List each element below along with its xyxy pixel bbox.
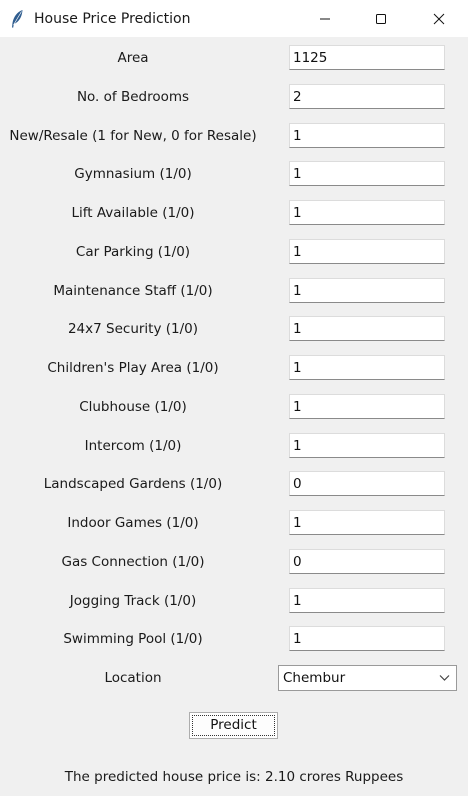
gas-connection-input[interactable] — [289, 549, 445, 574]
field-label-new-resale: New/Resale (1 for New, 0 for Resale) — [9, 128, 257, 144]
form-row-location: Location Chembur — [0, 665, 468, 691]
chevron-down-icon[interactable] — [439, 674, 450, 682]
play-area-input[interactable] — [289, 355, 445, 380]
field-label-location: Location — [104, 670, 162, 686]
form-row-indoor-games: Indoor Games (1/0) — [0, 510, 468, 536]
form-row-car-parking: Car Parking (1/0) — [0, 239, 468, 265]
intercom-input[interactable] — [289, 433, 445, 458]
minimize-button[interactable] — [302, 0, 348, 37]
form-row-gas-connection: Gas Connection (1/0) — [0, 549, 468, 575]
form-row-play-area: Children's Play Area (1/0) — [0, 355, 468, 381]
minimize-icon — [320, 18, 330, 19]
jogging-track-input[interactable] — [289, 588, 445, 613]
maximize-button[interactable] — [358, 0, 404, 37]
form-row-landscaped-gardens: Landscaped Gardens (1/0) — [0, 471, 468, 497]
form-row-gymnasium: Gymnasium (1/0) — [0, 161, 468, 187]
form-row-area: Area — [0, 45, 468, 71]
security-input[interactable] — [289, 316, 445, 341]
maximize-icon — [376, 13, 386, 24]
field-label-jogging-track: Jogging Track (1/0) — [69, 593, 197, 609]
car-parking-input[interactable] — [289, 239, 445, 264]
form-row-clubhouse: Clubhouse (1/0) — [0, 394, 468, 420]
new-resale-input[interactable] — [289, 123, 445, 148]
clubhouse-input[interactable] — [289, 394, 445, 419]
predict-button[interactable]: Predict — [189, 712, 278, 739]
swimming-pool-input[interactable] — [289, 626, 445, 651]
field-label-clubhouse: Clubhouse (1/0) — [79, 399, 187, 415]
bedrooms-input[interactable] — [289, 84, 445, 109]
feather-icon — [12, 10, 23, 28]
field-label-lift: Lift Available (1/0) — [71, 205, 195, 221]
landscaped-gardens-input[interactable] — [289, 471, 445, 496]
field-label-gymnasium: Gymnasium (1/0) — [74, 166, 192, 182]
indoor-games-input[interactable] — [289, 510, 445, 535]
prediction-result: The predicted house price is: 2.10 crore… — [64, 769, 404, 785]
field-label-intercom: Intercom (1/0) — [84, 438, 182, 454]
maintenance-staff-input[interactable] — [289, 278, 445, 303]
field-label-landscaped-gardens: Landscaped Gardens (1/0) — [43, 476, 223, 492]
field-label-maintenance-staff: Maintenance Staff (1/0) — [53, 283, 213, 299]
field-label-indoor-games: Indoor Games (1/0) — [67, 515, 199, 531]
lift-input[interactable] — [289, 200, 445, 225]
form-row-new-resale: New/Resale (1 for New, 0 for Resale) — [0, 123, 468, 149]
form-row-security: 24x7 Security (1/0) — [0, 316, 468, 342]
form-row-maintenance-staff: Maintenance Staff (1/0) — [0, 278, 468, 304]
field-label-bedrooms: No. of Bedrooms — [76, 89, 190, 105]
area-input[interactable] — [289, 45, 445, 70]
field-label-play-area: Children's Play Area (1/0) — [47, 360, 219, 376]
form-row-jogging-track: Jogging Track (1/0) — [0, 588, 468, 614]
window-title: House Price Prediction — [34, 11, 191, 27]
gymnasium-input[interactable] — [289, 161, 445, 186]
close-icon — [433, 13, 445, 24]
form-row-intercom: Intercom (1/0) — [0, 433, 468, 459]
field-label-security: 24x7 Security (1/0) — [67, 321, 199, 337]
close-button[interactable] — [416, 0, 462, 37]
form-row-lift: Lift Available (1/0) — [0, 200, 468, 226]
field-label-gas-connection: Gas Connection (1/0) — [61, 554, 205, 570]
form-row-bedrooms: No. of Bedrooms — [0, 84, 468, 110]
field-label-swimming-pool: Swimming Pool (1/0) — [63, 631, 203, 647]
field-label-car-parking: Car Parking (1/0) — [75, 244, 191, 260]
location-select[interactable]: Chembur — [278, 665, 457, 691]
location-select-value: Chembur — [283, 670, 346, 686]
field-label-area: Area — [117, 50, 149, 66]
title-bar: House Price Prediction — [0, 0, 468, 37]
form-row-swimming-pool: Swimming Pool (1/0) — [0, 626, 468, 652]
